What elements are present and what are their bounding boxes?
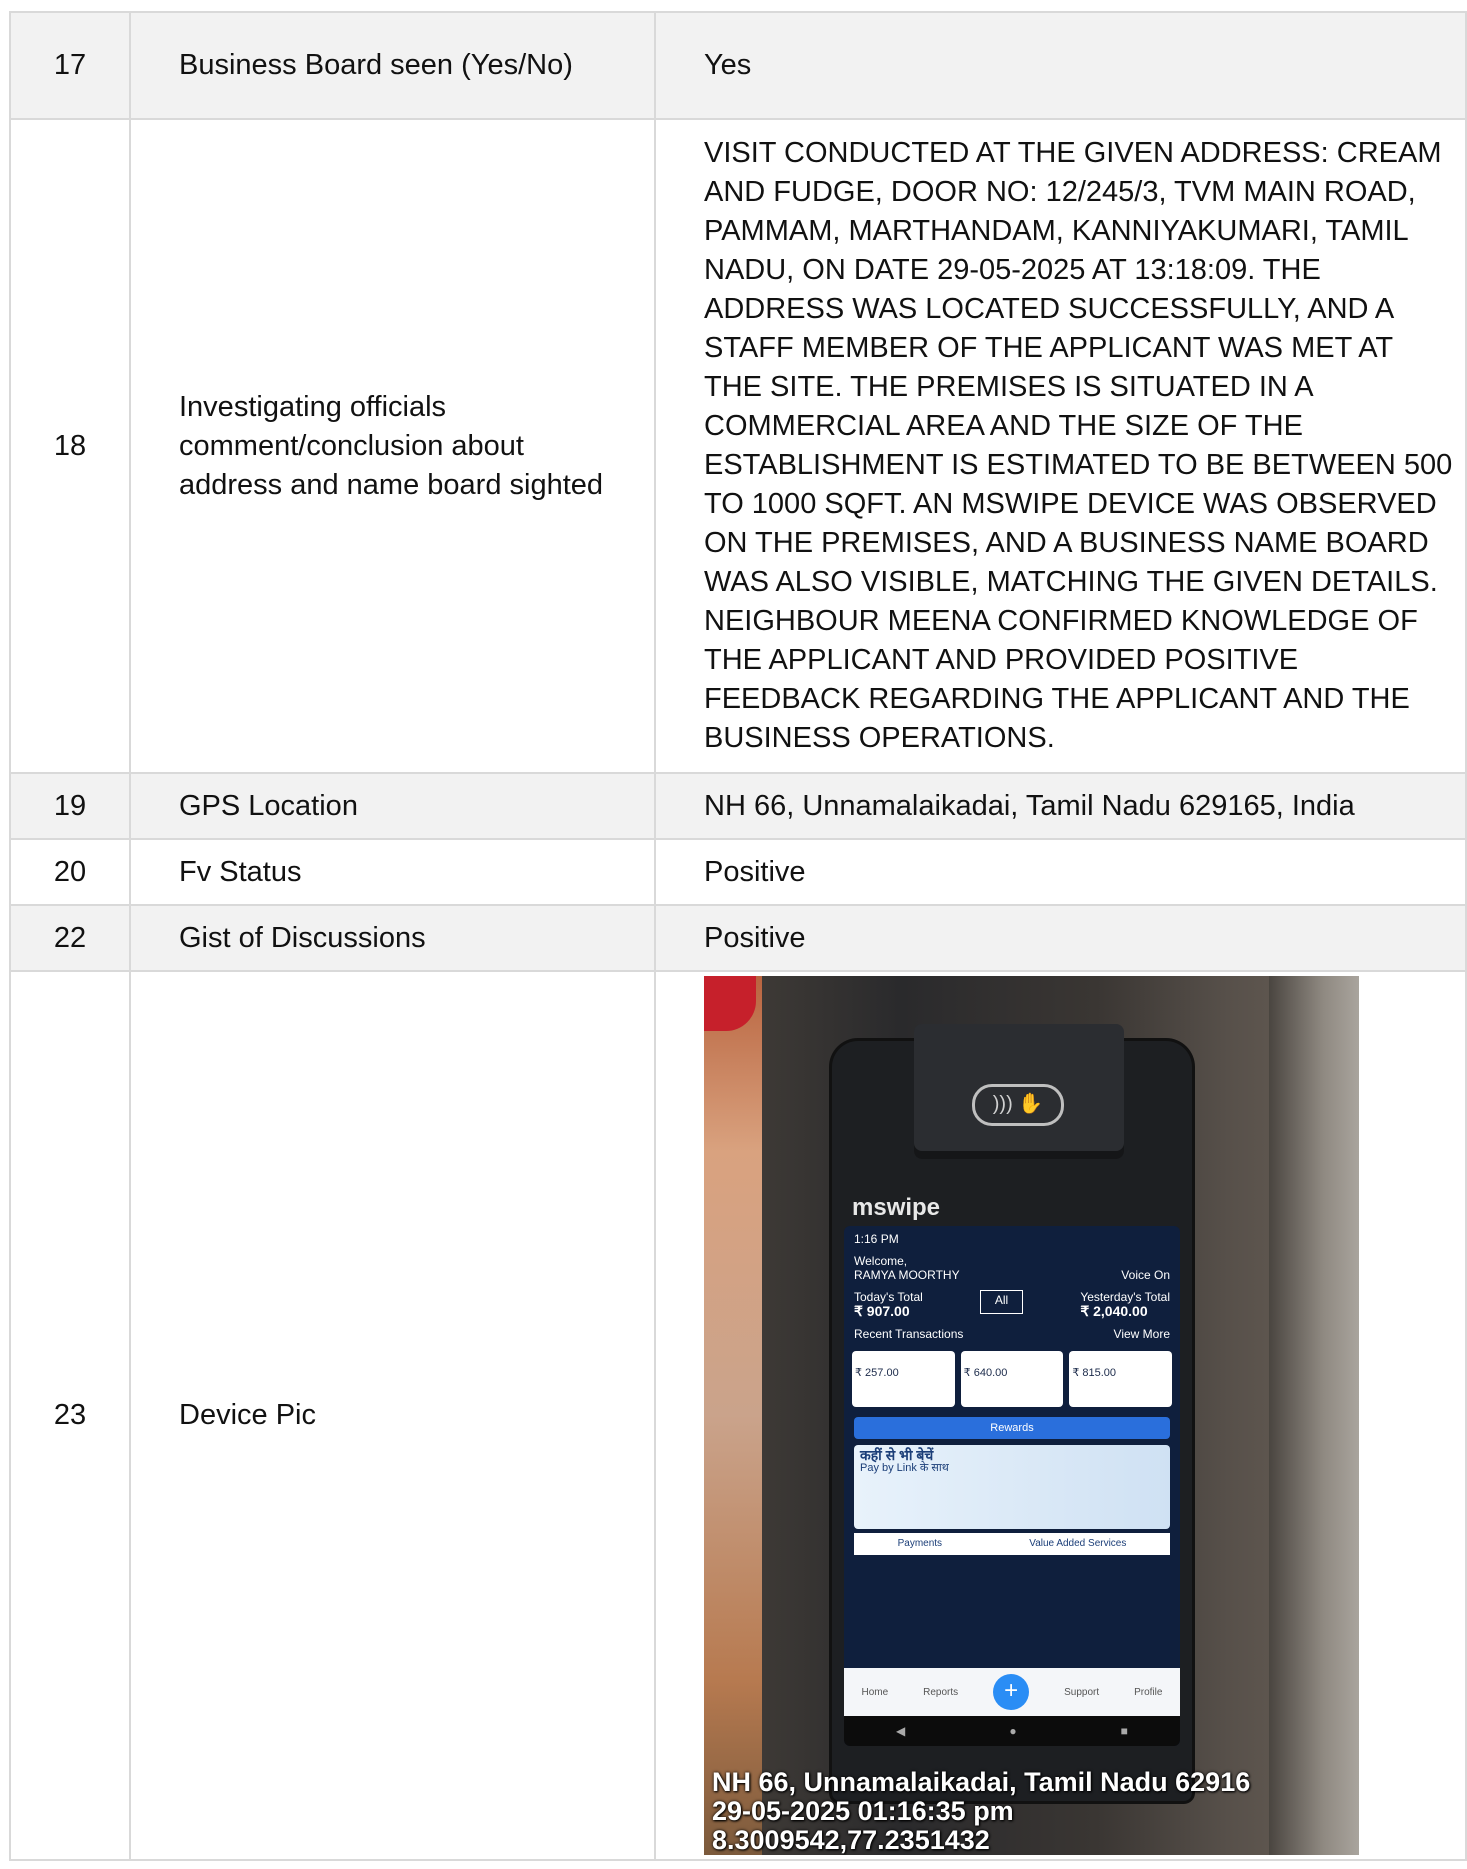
row-label: Device Pic (129, 970, 656, 1861)
table-row: 23 Device Pic ))) ✋ mswipe 1:16 PM Welco… (9, 970, 1467, 1861)
photo-background-left (704, 976, 762, 1855)
row-number: 23 (9, 970, 131, 1861)
row-number: 22 (9, 904, 131, 972)
row-value: NH 66, Unnamalaikadai, Tamil Nadu 629165… (654, 772, 1467, 840)
nav-support: Support (1064, 1686, 1100, 1698)
promo-banner: कहीं से भी बेचें Pay by Link के साथ (854, 1445, 1170, 1529)
tab-payments: Payments (897, 1538, 943, 1549)
android-softkeys: ◀ ● ■ (844, 1716, 1180, 1746)
nav-reports: Reports (923, 1686, 959, 1698)
today-label: Today's Total (854, 1290, 923, 1304)
contactless-icon: ))) ✋ (972, 1084, 1064, 1126)
nav-home: Home (861, 1686, 889, 1698)
row-value: Positive (654, 838, 1467, 906)
rewards-button: Rewards (854, 1417, 1170, 1439)
transaction-cards: ₹ 257.00 ₹ 640.00 ₹ 815.00 (844, 1347, 1180, 1411)
today-total: Today's Total ₹ 907.00 (854, 1290, 923, 1319)
brand-logo: mswipe (852, 1194, 941, 1221)
view-more-link: View More (1113, 1327, 1170, 1341)
table-row: 20 Fv Status Positive (9, 838, 1467, 906)
yesterday-total: Yesterday's Total ₹ 2,040.00 (1080, 1290, 1170, 1319)
row-label: Fv Status (129, 838, 656, 906)
voice-toggle: Voice On (1121, 1268, 1170, 1282)
filter-select: All (979, 1290, 1024, 1314)
transaction-card: ₹ 640.00 (960, 1351, 1064, 1407)
table-row: 19 GPS Location NH 66, Unnamalaikadai, T… (9, 772, 1467, 840)
user-row: RAMYA MOORTHY Voice On (854, 1268, 1170, 1282)
geo-timestamp: NH 66, Unnamalaikadai, Tamil Nadu 62916 … (712, 1768, 1250, 1855)
banner-title: कहीं से भी बेचें (860, 1447, 934, 1463)
user-name: RAMYA MOORTHY (854, 1268, 960, 1282)
row-number: 20 (9, 838, 131, 906)
photo-background-right (1269, 976, 1359, 1855)
table-row: 17 Business Board seen (Yes/No) Yes (9, 11, 1467, 120)
stamp-address: NH 66, Unnamalaikadai, Tamil Nadu 62916 (712, 1767, 1251, 1797)
verification-table: 17 Business Board seen (Yes/No) Yes 18 I… (9, 11, 1467, 1861)
stamp-coordinates: 8.3009542,77.2351432 (712, 1825, 990, 1855)
device-photo: ))) ✋ mswipe 1:16 PM Welcome, RAMYA MOOR… (704, 976, 1359, 1855)
recent-header: Recent Transactions View More (854, 1327, 1170, 1341)
transaction-card: ₹ 257.00 (852, 1351, 955, 1407)
row-number: 18 (9, 118, 131, 774)
officials-comment: VISIT CONDUCTED AT THE GIVEN ADDRESS: CR… (704, 137, 1453, 754)
row-label: Business Board seen (Yes/No) (129, 11, 656, 120)
row-label: GPS Location (129, 772, 656, 840)
recent-label: Recent Transactions (854, 1327, 964, 1341)
row-value: Positive (654, 904, 1467, 972)
screen-header: 1:16 PM Welcome, RAMYA MOORTHY Voice On … (844, 1226, 1180, 1347)
banner-subtitle: Pay by Link के साथ (860, 1462, 949, 1474)
transaction-amount: ₹ 257.00 (855, 1367, 899, 1379)
totals-row: Today's Total ₹ 907.00 All Yesterday's To… (854, 1290, 1170, 1319)
table-row: 18 Investigating officials comment/concl… (9, 118, 1467, 774)
tab-value-added-services: Value Added Services (1029, 1538, 1127, 1549)
table-row: 22 Gist of Discussions Positive (9, 904, 1467, 972)
row-label: Gist of Discussions (129, 904, 656, 972)
screen-tabs: Payments Value Added Services (854, 1533, 1170, 1555)
row-number: 19 (9, 772, 131, 840)
stamp-datetime: 29-05-2025 01:16:35 pm (712, 1796, 1014, 1826)
plus-icon: + (993, 1674, 1030, 1710)
device-screen: 1:16 PM Welcome, RAMYA MOORTHY Voice On … (844, 1226, 1180, 1746)
screen-navbar: Home Reports + Support Profile (844, 1668, 1180, 1716)
yesterday-label: Yesterday's Total (1080, 1290, 1170, 1304)
today-amount: ₹ 907.00 (854, 1303, 910, 1319)
screen-time: 1:16 PM (854, 1232, 899, 1246)
transaction-card: ₹ 815.00 (1069, 1351, 1173, 1407)
row-label: Investigating officials comment/conclusi… (129, 118, 656, 774)
yesterday-amount: ₹ 2,040.00 (1080, 1303, 1148, 1319)
recents-icon: ■ (1120, 1723, 1128, 1738)
back-icon: ◀ (896, 1723, 906, 1738)
row-number: 17 (9, 11, 131, 120)
nav-profile: Profile (1134, 1686, 1163, 1698)
transaction-amount: ₹ 640.00 (963, 1367, 1008, 1379)
welcome-text: Welcome, (854, 1254, 908, 1268)
row-value: ))) ✋ mswipe 1:16 PM Welcome, RAMYA MOOR… (654, 970, 1467, 1861)
home-icon: ● (1009, 1723, 1017, 1738)
row-value: Yes (654, 11, 1467, 120)
transaction-amount: ₹ 815.00 (1072, 1367, 1117, 1379)
row-value: VISIT CONDUCTED AT THE GIVEN ADDRESS: CR… (654, 118, 1467, 774)
